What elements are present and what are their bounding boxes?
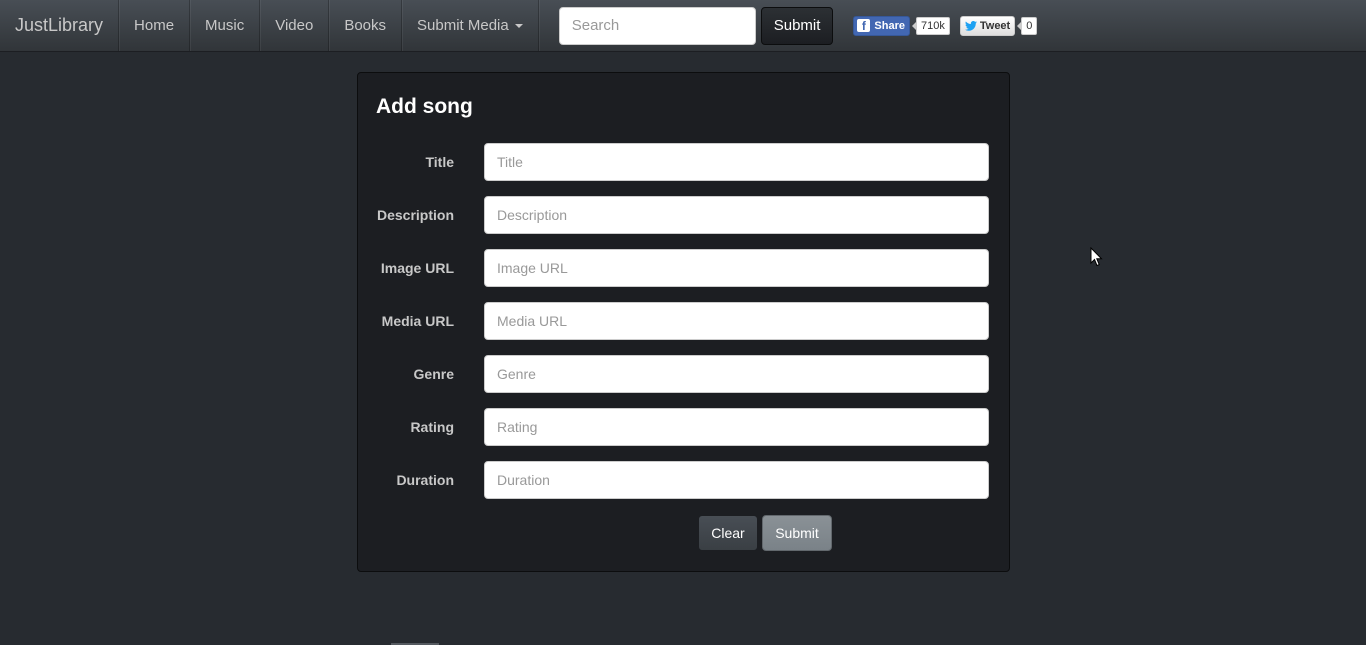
form-row-title: Title [358, 143, 1009, 181]
media-url-label: Media URL [381, 313, 454, 329]
duration-input[interactable] [484, 461, 989, 499]
form-row-image-url: Image URL [358, 249, 1009, 287]
clear-button[interactable]: Clear [698, 515, 758, 551]
caret-down-icon [514, 23, 523, 28]
description-label: Description [376, 207, 454, 223]
genre-label: Genre [413, 366, 454, 382]
nav-submit-media-label: Submit Media [417, 17, 509, 34]
panel-title: Add song [376, 95, 473, 118]
nav-music[interactable]: Music [190, 0, 261, 51]
twitter-tweet-count: 0 [1017, 16, 1038, 35]
twitter-tweet-button[interactable]: Tweet [959, 15, 1016, 36]
image-url-label: Image URL [380, 260, 454, 276]
search-form: Submit [558, 0, 834, 51]
nav-home-label: Home [134, 17, 175, 34]
search-submit-button[interactable]: Submit [760, 6, 834, 45]
form-row-rating: Rating [358, 408, 1009, 446]
mouse-cursor-icon [1090, 247, 1103, 267]
nav-home[interactable]: Home [119, 0, 191, 51]
duration-label: Duration [396, 472, 454, 488]
rating-label: Rating [410, 419, 454, 435]
title-input[interactable] [484, 143, 989, 181]
facebook-share-group: f Share 710k [853, 15, 950, 36]
nav-books-label: Books [344, 17, 387, 34]
submit-button[interactable]: Submit [762, 515, 832, 551]
genre-input[interactable] [484, 355, 989, 393]
brand-link[interactable]: JustLibrary [0, 0, 120, 51]
media-url-input[interactable] [484, 302, 989, 340]
rating-input[interactable] [484, 408, 989, 446]
navbar: JustLibrary Home Music Video Books Submi… [0, 0, 1366, 52]
nav-books[interactable]: Books [329, 0, 403, 51]
twitter-icon [964, 20, 977, 31]
description-input[interactable] [484, 196, 989, 234]
image-url-input[interactable] [484, 249, 989, 287]
form-row-media-url: Media URL [358, 302, 1009, 340]
title-label: Title [425, 154, 454, 170]
form-row-description: Description [358, 196, 1009, 234]
add-song-panel: Add song Title Description Image URL Med… [357, 72, 1010, 572]
nav-submit-media-dropdown[interactable]: Submit Media [402, 0, 539, 51]
search-input[interactable] [558, 6, 756, 45]
nav-video[interactable]: Video [260, 0, 330, 51]
facebook-icon: f [857, 19, 871, 33]
form-row-duration: Duration [358, 461, 1009, 499]
social-buttons: f Share 710k Tweet 0 [853, 0, 1038, 51]
form-row-genre: Genre [358, 355, 1009, 393]
twitter-tweet-label: Tweet [979, 19, 1011, 32]
twitter-tweet-group: Tweet 0 [959, 15, 1038, 36]
nav-video-label: Video [275, 17, 314, 34]
nav-music-label: Music [205, 17, 245, 34]
facebook-share-label: Share [874, 19, 905, 32]
facebook-share-button[interactable]: f Share [853, 15, 910, 36]
facebook-share-count: 710k [912, 16, 950, 35]
